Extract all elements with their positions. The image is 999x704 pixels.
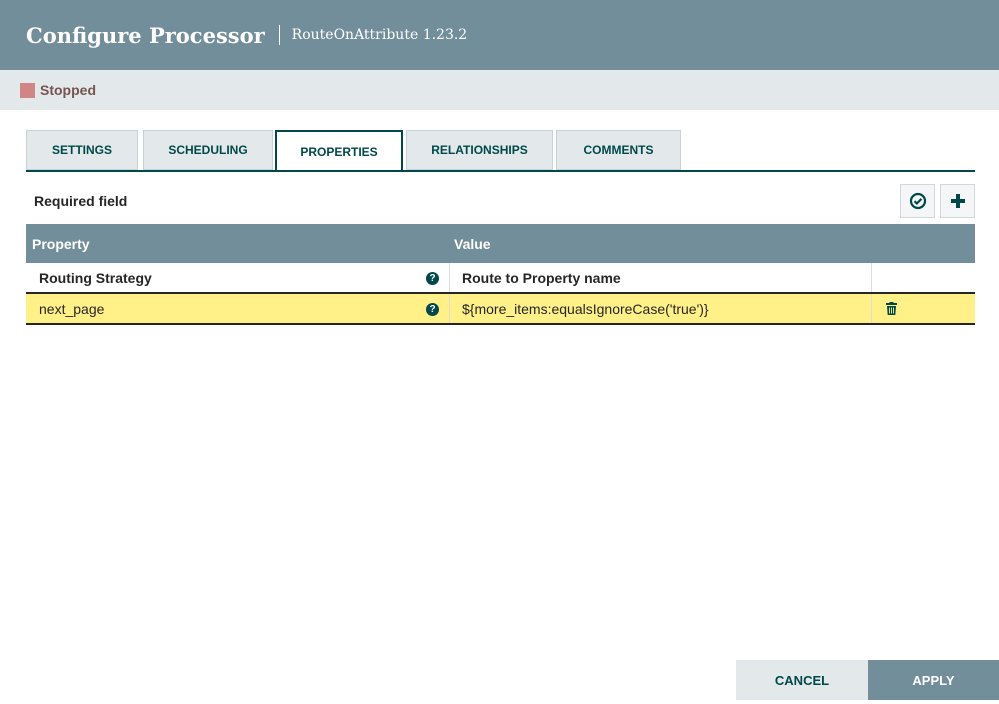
properties-table-header: Property Value — [26, 224, 975, 263]
tab-underline — [26, 170, 975, 172]
property-name: Routing Strategy — [39, 269, 152, 286]
tab-settings[interactable]: SETTINGS — [26, 130, 138, 170]
property-value[interactable]: Route to Property name — [449, 263, 871, 292]
table-row[interactable]: Routing Strategy ? Route to Property nam… — [26, 263, 975, 294]
help-icon[interactable]: ? — [426, 303, 439, 316]
tab-relationships[interactable]: RELATIONSHIPS — [406, 130, 553, 170]
add-property-button[interactable] — [940, 184, 975, 218]
property-name: next_page — [39, 300, 105, 317]
dialog-header: Configure Processor RouteOnAttribute 1.2… — [0, 0, 999, 70]
apply-button[interactable]: APPLY — [868, 660, 999, 700]
status-label: Stopped — [40, 82, 96, 98]
column-value[interactable]: Value — [454, 236, 491, 252]
title-divider — [278, 25, 280, 45]
plus-icon — [950, 194, 965, 208]
trash-icon — [886, 302, 897, 315]
tab-properties[interactable]: PROPERTIES — [275, 130, 403, 172]
stopped-icon — [20, 82, 35, 98]
check-circle-icon — [909, 192, 926, 210]
verify-button[interactable] — [900, 184, 935, 218]
table-row[interactable]: next_page ? ${more_items:equalsIgnoreCas… — [26, 294, 975, 325]
tab-scheduling[interactable]: SCHEDULING — [143, 130, 273, 170]
actions-cell — [871, 263, 975, 292]
column-property[interactable]: Property — [32, 236, 90, 252]
cancel-button[interactable]: CANCEL — [736, 660, 868, 700]
status-bar: Stopped — [0, 70, 999, 110]
delete-button[interactable] — [871, 294, 975, 323]
tab-comments[interactable]: COMMENTS — [556, 130, 681, 170]
processor-type: RouteOnAttribute 1.23.2 — [291, 27, 468, 43]
required-field-label: Required field — [34, 193, 128, 209]
help-icon[interactable]: ? — [426, 272, 439, 285]
dialog-title: Configure Processor — [26, 22, 265, 48]
property-value[interactable]: ${more_items:equalsIgnoreCase('true')} — [449, 294, 871, 323]
